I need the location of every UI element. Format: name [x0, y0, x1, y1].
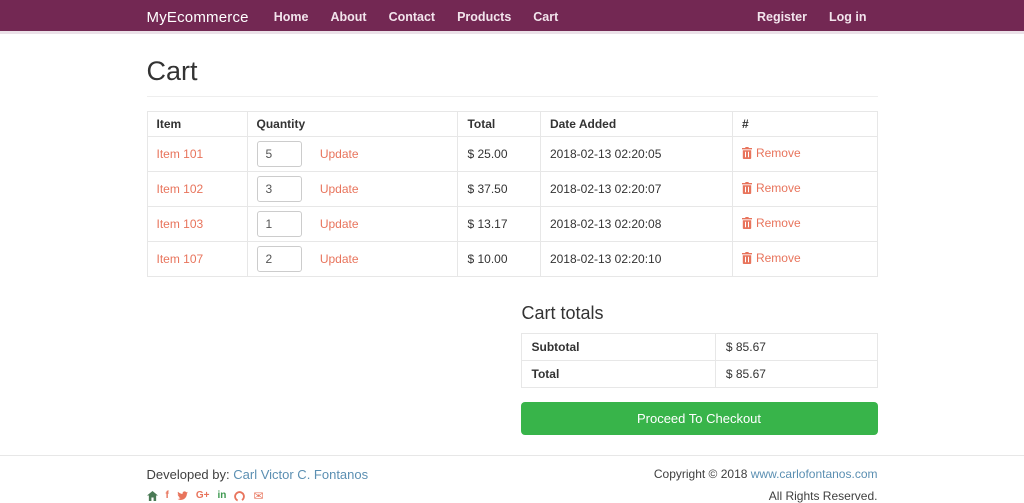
social-links: f G+ in ✉: [146, 490, 369, 502]
nav-item-home[interactable]: Home: [263, 0, 320, 34]
quantity-input[interactable]: [256, 246, 302, 272]
cart-table: Item Quantity Total Date Added # Item 10…: [146, 111, 878, 277]
subtotal-value: $ 85.67: [714, 333, 878, 361]
update-link[interactable]: Update: [320, 217, 359, 231]
remove-label: Remove: [755, 146, 801, 160]
trash-icon: [741, 252, 752, 264]
totals-table: Subtotal $ 85.67 Total $ 85.67: [520, 333, 878, 388]
nav-item-cart[interactable]: Cart: [522, 0, 569, 34]
remove-label: Remove: [755, 216, 801, 230]
header-total: Total: [457, 111, 541, 137]
home-icon: [146, 491, 158, 501]
linkedin-link[interactable]: in: [217, 490, 226, 502]
copyright-link[interactable]: www.carlofontanos.com: [751, 467, 878, 481]
twitter-icon: [177, 491, 188, 500]
github-icon: [234, 490, 246, 502]
developer-link[interactable]: Carl Victor C. Fontanos: [233, 467, 368, 482]
row-total: $ 37.50: [457, 171, 541, 207]
googleplus-link[interactable]: G+: [196, 490, 210, 502]
row-total: $ 25.00: [457, 136, 541, 172]
proceed-to-checkout-button[interactable]: Proceed To Checkout: [520, 402, 878, 435]
remove-label: Remove: [755, 251, 801, 265]
table-row: Item 102 Update $ 37.50 2018-02-13 02:20…: [146, 171, 878, 207]
email-link[interactable]: ✉: [253, 490, 263, 502]
item-link[interactable]: Item 102: [157, 182, 204, 196]
developed-by-label: Developed by:: [146, 467, 230, 482]
row-total: $ 13.17: [457, 206, 541, 242]
header-quantity: Quantity: [246, 111, 459, 137]
remove-link[interactable]: Remove: [741, 216, 801, 230]
header-date-added: Date Added: [539, 111, 733, 137]
trash-icon: [741, 147, 752, 159]
quantity-input[interactable]: [256, 141, 302, 167]
remove-link[interactable]: Remove: [741, 251, 801, 265]
main-nav: Home About Contact Products Cart: [263, 0, 570, 34]
github-link[interactable]: [234, 490, 246, 502]
nav-item-about[interactable]: About: [319, 0, 377, 34]
row-date-added: 2018-02-13 02:20:05: [539, 136, 733, 172]
rights-text: All Rights Reserved.: [768, 489, 878, 503]
cart-totals-section: Cart totals Subtotal $ 85.67 Total $ 85.…: [520, 303, 878, 435]
header-item: Item: [146, 111, 248, 137]
email-icon: ✉: [253, 489, 264, 503]
remove-link[interactable]: Remove: [741, 146, 801, 160]
nav-item-products[interactable]: Products: [446, 0, 522, 34]
cart-table-header-row: Item Quantity Total Date Added #: [146, 111, 878, 137]
item-link[interactable]: Item 107: [157, 252, 204, 266]
update-link[interactable]: Update: [320, 252, 359, 266]
header-actions: #: [731, 111, 878, 137]
auth-nav: Register Log in: [746, 0, 878, 34]
table-row: Item 107 Update $ 10.00 2018-02-13 02:20…: [146, 241, 878, 277]
brand-logo[interactable]: MyEcommerce: [147, 9, 249, 26]
remove-link[interactable]: Remove: [741, 181, 801, 195]
table-row: Item 101 Update $ 25.00 2018-02-13 02:20…: [146, 136, 878, 172]
nav-item-contact[interactable]: Contact: [378, 0, 447, 34]
footer-left: Developed by: Carl Victor C. Fontanos f …: [147, 467, 369, 502]
subtotal-label: Subtotal: [520, 333, 716, 361]
facebook-icon: f: [165, 490, 169, 501]
copyright-text: Copyright © 2018: [653, 467, 748, 481]
subtotal-row: Subtotal $ 85.67: [520, 333, 878, 361]
quantity-input[interactable]: [256, 211, 302, 237]
row-date-added: 2018-02-13 02:20:07: [539, 171, 733, 207]
update-link[interactable]: Update: [320, 147, 359, 161]
facebook-link[interactable]: f: [166, 490, 169, 502]
trash-icon: [741, 182, 752, 194]
home-link[interactable]: [146, 490, 158, 502]
googleplus-icon: G+: [195, 490, 210, 501]
total-row: Total $ 85.67: [520, 360, 878, 388]
table-row: Item 103 Update $ 13.17 2018-02-13 02:20…: [146, 206, 878, 242]
total-label: Total: [520, 360, 716, 388]
item-link[interactable]: Item 101: [157, 147, 204, 161]
update-link[interactable]: Update: [320, 182, 359, 196]
footer-right: Copyright © 2018 www.carlofontanos.com A…: [654, 467, 878, 503]
register-link[interactable]: Register: [746, 0, 818, 34]
row-date-added: 2018-02-13 02:20:10: [539, 241, 733, 277]
twitter-link[interactable]: [177, 490, 188, 502]
item-link[interactable]: Item 103: [157, 217, 204, 231]
linkedin-icon: in: [217, 490, 227, 501]
row-total: $ 10.00: [457, 241, 541, 277]
remove-label: Remove: [755, 181, 801, 195]
login-link[interactable]: Log in: [818, 0, 878, 34]
title-divider: [146, 96, 878, 97]
total-value: $ 85.67: [714, 360, 878, 388]
footer: Developed by: Carl Victor C. Fontanos f …: [0, 455, 1024, 503]
row-date-added: 2018-02-13 02:20:08: [539, 206, 733, 242]
main-content: Cart Item Quantity Total Date Added # It…: [146, 56, 878, 435]
navbar: MyEcommerce Home About Contact Products …: [0, 0, 1024, 34]
cart-totals-title: Cart totals: [521, 303, 604, 323]
page-title: Cart: [146, 56, 198, 86]
trash-icon: [741, 217, 752, 229]
quantity-input[interactable]: [256, 176, 302, 202]
